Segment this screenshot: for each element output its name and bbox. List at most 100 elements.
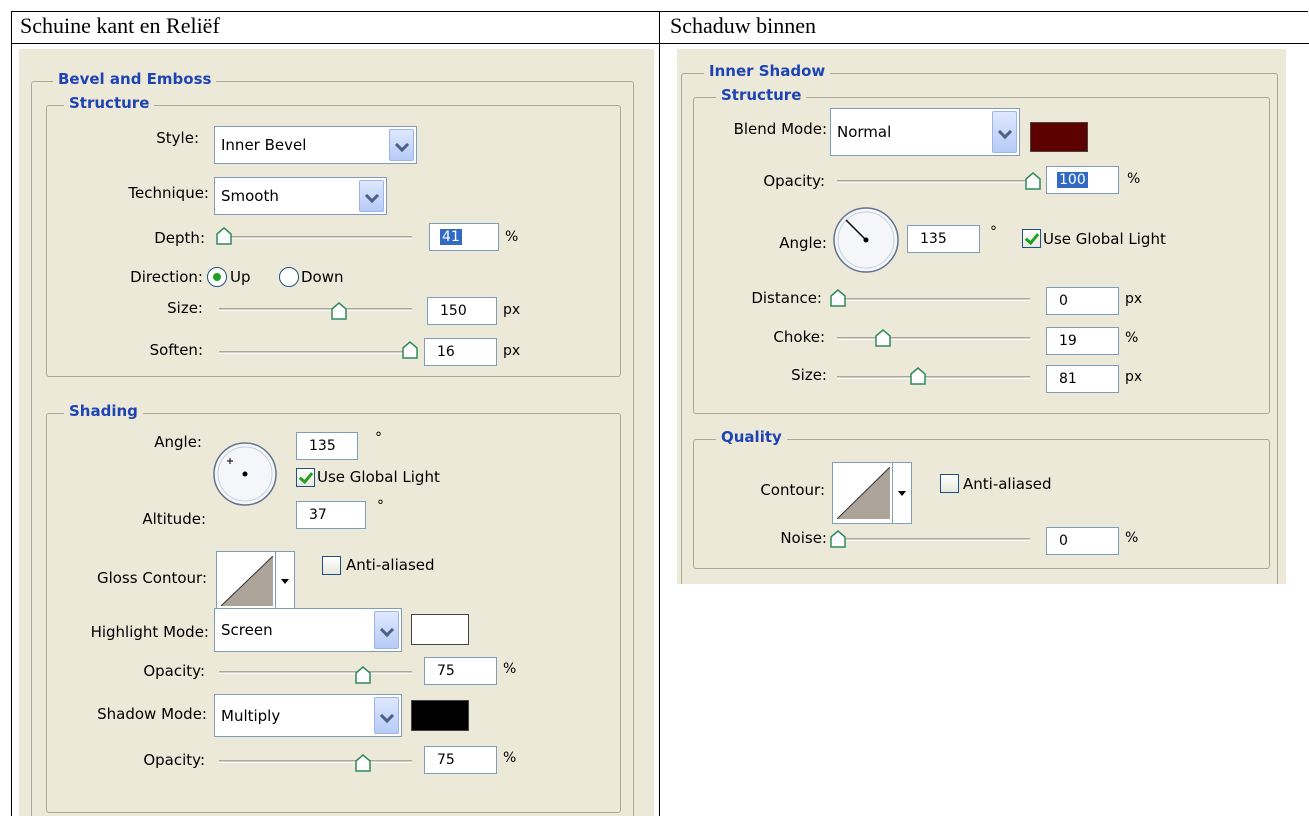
highlight-mode-select[interactable]: Screen <box>214 608 402 652</box>
style-select[interactable]: Inner Bevel <box>214 126 417 164</box>
global-light-label: Use Global Light <box>317 468 440 486</box>
shading-angle-unit: ° <box>375 430 382 446</box>
distance-slider-thumb[interactable] <box>830 289 846 307</box>
highlight-opacity-value: 75 <box>437 663 455 679</box>
distance-value: 0 <box>1059 293 1068 309</box>
inner-opacity-thumb[interactable] <box>1025 172 1041 190</box>
direction-down-label: Down <box>301 268 344 286</box>
shadow-mode-label: Shadow Mode: <box>97 705 207 723</box>
noise-input[interactable]: 0 <box>1046 527 1119 555</box>
structure-title: Structure <box>64 94 155 112</box>
noise-value: 0 <box>1059 533 1068 549</box>
inner-global-light-checkbox[interactable] <box>1022 229 1041 248</box>
inner-size-input[interactable]: 81 <box>1046 365 1119 393</box>
shadow-opacity-thumb[interactable] <box>355 754 371 772</box>
left-column-header: Schuine kant en Reliëf <box>20 13 220 38</box>
quality-group <box>693 439 1270 569</box>
size-slider-thumb[interactable] <box>331 302 347 320</box>
depth-slider-thumb[interactable] <box>216 227 232 245</box>
inner-angle-value: 135 <box>920 231 947 247</box>
shadow-opacity-track[interactable] <box>219 760 412 763</box>
inner-opacity-label: Opacity: <box>763 172 825 190</box>
angle-dial-icon[interactable] <box>212 441 278 507</box>
chevron-down-icon[interactable] <box>374 611 399 649</box>
shadow-mode-value: Multiply <box>221 706 281 725</box>
angle-dial-icon[interactable] <box>832 206 900 274</box>
soften-slider-thumb[interactable] <box>402 341 418 359</box>
inner-opacity-input[interactable]: 100 <box>1046 166 1119 194</box>
soften-input[interactable]: 16 <box>424 338 497 366</box>
technique-select[interactable]: Smooth <box>214 177 387 215</box>
size-unit: px <box>503 302 521 318</box>
contour-dropdown-icon[interactable] <box>275 552 294 610</box>
chevron-down-icon[interactable] <box>359 180 384 212</box>
noise-slider-track[interactable] <box>837 538 1030 541</box>
size-input[interactable]: 150 <box>427 297 497 325</box>
choke-input[interactable]: 19 <box>1046 327 1119 355</box>
quality-antialias-checkbox[interactable] <box>940 474 959 493</box>
inner-opacity-track[interactable] <box>837 180 1030 183</box>
shadow-color-swatch[interactable] <box>1030 122 1088 152</box>
quality-antialias-label: Anti-aliased <box>963 475 1052 493</box>
shadow-opacity-value: 75 <box>437 752 455 768</box>
depth-slider-track[interactable] <box>224 236 412 239</box>
highlight-opacity-thumb[interactable] <box>355 666 371 684</box>
inner-size-slider-thumb[interactable] <box>909 367 926 385</box>
size-slider-track[interactable] <box>219 308 412 311</box>
inner-angle-label: Angle: <box>779 234 827 252</box>
highlight-opacity-input[interactable]: 75 <box>424 657 497 685</box>
gloss-contour-picker[interactable] <box>216 551 295 611</box>
altitude-input[interactable]: 37 <box>296 501 366 529</box>
gloss-antialias-checkbox[interactable] <box>322 556 341 575</box>
technique-value: Smooth <box>221 187 279 205</box>
choke-label: Choke: <box>773 328 825 346</box>
shading-angle-input[interactable]: 135 <box>296 432 358 460</box>
right-column-header: Schaduw binnen <box>670 13 817 38</box>
inner-angle-input[interactable]: 135 <box>907 225 980 253</box>
inner-global-light-label: Use Global Light <box>1043 230 1166 248</box>
chevron-down-icon[interactable] <box>992 111 1017 153</box>
chevron-down-icon[interactable] <box>389 129 414 161</box>
direction-up-label: Up <box>230 268 251 286</box>
blend-mode-select[interactable]: Normal <box>830 108 1020 156</box>
blend-mode-value: Normal <box>837 123 892 141</box>
soften-slider-track[interactable] <box>219 351 412 354</box>
direction-up-radio[interactable] <box>207 267 227 287</box>
choke-value: 19 <box>1059 333 1077 349</box>
blend-mode-label: Blend Mode: <box>733 120 827 138</box>
inner-size-value: 81 <box>1059 371 1077 387</box>
quality-title: Quality <box>716 428 787 446</box>
choke-slider-thumb[interactable] <box>874 329 891 347</box>
technique-label: Technique: <box>128 184 209 202</box>
global-light-checkbox[interactable] <box>296 468 315 487</box>
distance-input[interactable]: 0 <box>1046 287 1119 315</box>
depth-input[interactable]: 41 <box>429 223 499 251</box>
highlight-opacity-track[interactable] <box>219 671 412 674</box>
bevel-emboss-title: Bevel and Emboss <box>53 70 217 88</box>
direction-down-radio[interactable] <box>279 267 299 287</box>
shadow-color-swatch[interactable] <box>411 700 469 731</box>
choke-slider-track[interactable] <box>837 337 1030 340</box>
contour-picker[interactable] <box>832 462 912 524</box>
distance-slider-track[interactable] <box>837 298 1030 301</box>
distance-label: Distance: <box>751 289 822 307</box>
shadow-opacity-unit: % <box>503 750 517 766</box>
contour-dropdown-icon[interactable] <box>892 463 911 523</box>
shadow-opacity-input[interactable]: 75 <box>424 746 497 774</box>
noise-slider-thumb[interactable] <box>830 530 846 548</box>
highlight-opacity-label: Opacity: <box>143 662 205 680</box>
choke-unit: % <box>1125 330 1139 346</box>
inner-opacity-unit: % <box>1127 171 1141 187</box>
bevel-emboss-panel: Bevel and Emboss Structure Style: Inner … <box>19 49 654 816</box>
chevron-down-icon[interactable] <box>374 697 399 734</box>
shadow-mode-select[interactable]: Multiply <box>214 694 402 737</box>
inner-angle-unit: ° <box>990 224 997 240</box>
gloss-contour-label: Gloss Contour: <box>96 569 207 587</box>
inner-size-slider-track[interactable] <box>837 376 1030 379</box>
inner-shadow-panel: Inner Shadow Structure Blend Mode: Norma… <box>677 49 1286 584</box>
shading-title: Shading <box>64 402 143 420</box>
size-value: 150 <box>440 303 467 319</box>
highlight-color-swatch[interactable] <box>411 614 469 645</box>
shadow-opacity-label: Opacity: <box>143 751 205 769</box>
highlight-mode-value: Screen <box>221 621 273 639</box>
